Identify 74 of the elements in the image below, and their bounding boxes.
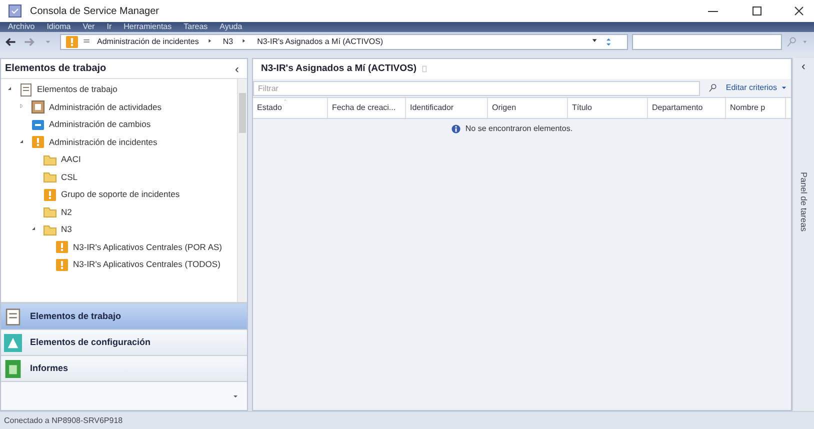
edit-criteria-button[interactable]: Editar criterios — [726, 82, 787, 94]
menu-item[interactable]: Tareas — [184, 22, 208, 32]
menu-item[interactable]: Ayuda — [220, 22, 242, 32]
address-bar[interactable]: Administración de incidentes N3 N3-IR's Asignados a Mí (ACTIVOS) — [60, 34, 628, 50]
column-header[interactable]: Origen — [488, 98, 568, 118]
alert-icon — [31, 135, 45, 150]
tree-item[interactable]: CSL — [1, 168, 237, 186]
filter-field[interactable]: Filtrar — [253, 80, 700, 96]
caret-icon — [781, 85, 787, 91]
folder-icon — [43, 222, 57, 237]
alert-icon — [55, 258, 69, 272]
empty-message: No se encontraron elementos. — [465, 123, 573, 135]
info-icon — [451, 124, 462, 134]
tree-item[interactable]: N3 — [1, 221, 237, 238]
alert-icon — [43, 188, 57, 202]
menu-item[interactable]: Idioma — [46, 22, 71, 32]
pane-title: Elementos de trabajo — [5, 62, 108, 76]
folder-icon — [43, 152, 57, 167]
document-icon — [4, 308, 22, 326]
window-title: Consola de Service Manager — [30, 4, 160, 18]
status-text: Conectado a NP8908-SRV6P918 — [4, 414, 123, 426]
workspace-button[interactable]: Elementos de configuración — [1, 330, 247, 356]
tree-item[interactable]: Grupo de soporte de incidentes — [1, 186, 237, 204]
workspace-button[interactable]: Elementos de trabajo — [1, 304, 247, 330]
tree-item[interactable]: N3-IR's Aplicativos Centrales (POR AS) — [1, 238, 237, 256]
folder-icon — [43, 205, 57, 220]
close-icon — [792, 4, 806, 18]
document-icon — [19, 82, 33, 97]
activity-icon — [31, 100, 45, 114]
caret-icon — [232, 392, 239, 400]
column-header[interactable]: Nombre p — [726, 98, 786, 118]
report-icon — [4, 360, 22, 378]
alert-icon — [65, 35, 79, 49]
view-title: N3-IR's Asignados a Mí (ACTIVOS) — [261, 62, 417, 76]
breadcrumb-item[interactable]: Administración de incidentes — [97, 36, 199, 48]
change-icon — [31, 118, 45, 132]
tree-item[interactable]: N3-IR's Aplicativos Centrales (TODOS) — [1, 256, 237, 274]
folder-icon — [43, 170, 57, 184]
search-field[interactable] — [632, 34, 782, 50]
pin-icon — [420, 64, 429, 74]
task-pane-tab[interactable]: Panel de tareas — [797, 172, 810, 232]
column-header[interactable]: Identificador — [406, 98, 488, 118]
breadcrumb-item[interactable]: N3 — [222, 36, 234, 48]
menu-item[interactable]: Ir — [106, 22, 112, 32]
collapse-button[interactable]: ‹ — [802, 60, 806, 72]
breadcrumb-item[interactable]: N3-IR's Asignados a Mí (ACTIVOS) — [257, 36, 384, 48]
menu-item[interactable]: Ver — [82, 22, 95, 32]
forward-arrow-icon — [23, 36, 35, 48]
search-icon — [786, 36, 798, 48]
configuration-icon — [4, 334, 22, 352]
minimize-icon — [708, 10, 718, 12]
tree-item[interactable]: Administración de incidentes — [1, 134, 237, 151]
caret-icon — [44, 38, 52, 46]
tree-item[interactable]: Elementos de trabajo — [1, 81, 237, 98]
column-header[interactable]: Fecha de creaci... — [328, 98, 406, 118]
tree-item[interactable]: N2 — [1, 204, 237, 221]
app-icon — [8, 4, 22, 18]
alert-icon — [55, 240, 69, 254]
maximize-icon — [750, 4, 764, 18]
column-header[interactable]: Título — [568, 98, 648, 118]
column-header[interactable]: Estado — [253, 98, 328, 118]
column-header[interactable]: Departamento — [648, 98, 726, 118]
scrollbar[interactable] — [237, 79, 247, 302]
menu-item[interactable]: Herramientas — [124, 22, 172, 32]
scrollbar-thumb[interactable] — [239, 93, 246, 133]
menu-item[interactable]: Archivo — [8, 22, 35, 32]
collapse-button[interactable]: ‹ — [231, 62, 243, 74]
tree-item[interactable]: Administración de actividades — [1, 98, 237, 116]
workspace-button[interactable]: Informes — [1, 356, 247, 382]
back-button[interactable] — [4, 35, 18, 49]
tree-item[interactable]: Administración de cambios — [1, 116, 237, 134]
back-arrow-icon — [5, 36, 17, 48]
tree-item[interactable]: AACI — [1, 151, 237, 168]
search-icon — [708, 83, 718, 93]
